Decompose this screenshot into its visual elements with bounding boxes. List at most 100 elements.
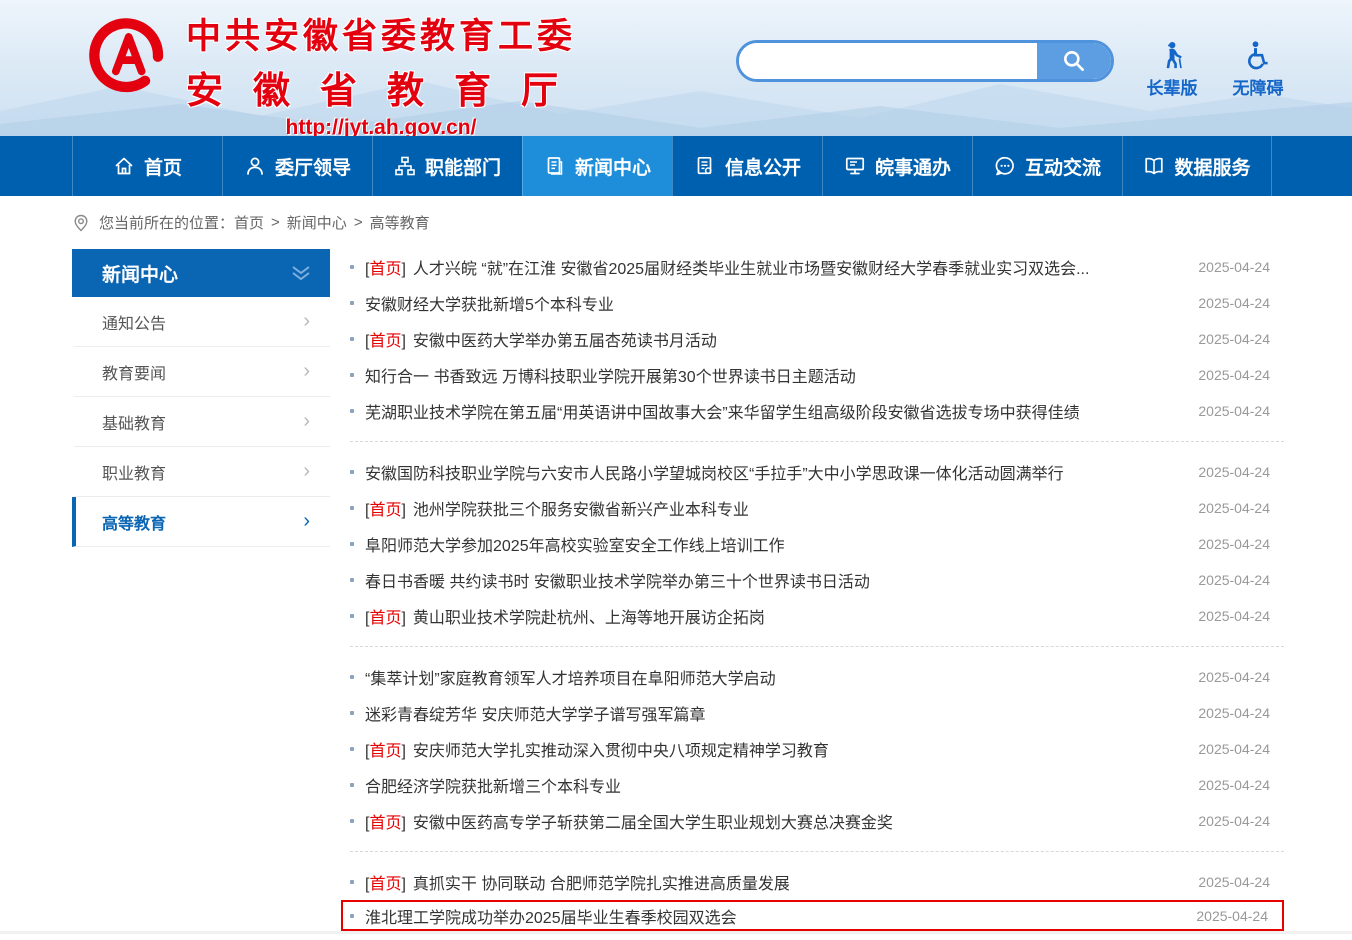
nav-item-home[interactable]: 首页 [72,136,222,196]
news-link[interactable]: 真抓实干 协同联动 合肥师范学院扎实推进高质量发展 [413,870,1174,894]
breadcrumb-link[interactable]: 首页 [234,212,264,233]
news-date: 2025-04-24 [1198,295,1284,311]
news-link[interactable]: 池州学院获批三个服务安徽省新兴产业本科专业 [413,496,1174,520]
accessibility-link[interactable]: 无障碍 [1230,36,1286,99]
sidebar-item-label: 通知公告 [102,310,166,334]
news-link[interactable]: 淮北理工学院成功举办2025届毕业生春季校园双选会 [365,904,1172,928]
sidebar-header: 新闻中心 [72,249,330,297]
news-date: 2025-04-24 [1196,908,1282,924]
news-link[interactable]: 阜阳师范大学参加2025年高校实验室安全工作线上培训工作 [365,532,1174,556]
home-icon [113,155,135,177]
news-link[interactable]: 知行合一 书香致远 万博科技职业学院开展第30个世界读书日主题活动 [365,363,1174,387]
bullet-icon [350,409,354,413]
group-separator [350,441,1284,442]
org-chart-icon [394,155,416,177]
breadcrumb-separator: > [354,214,363,231]
news-date: 2025-04-24 [1198,705,1284,721]
news-tag: [首页] [365,809,406,833]
quick-link-label: 长辈版 [1147,74,1198,99]
news-list: [首页] 人才兴皖 “就”在江淮 安徽省2025届财经类毕业生就业市场暨安徽财经… [350,249,1284,931]
news-link[interactable]: 安徽国防科技职业学院与六安市人民路小学望城岗校区“手拉手”大中小学思政课一体化活… [365,460,1174,484]
news-link[interactable]: 安庆师范大学扎实推动深入贯彻中央八项规定精神学习教育 [413,737,1174,761]
sidebar-item-vocational-education[interactable]: 职业教育 › [72,447,330,497]
news-link[interactable]: 人才兴皖 “就”在江淮 安徽省2025届财经类毕业生就业市场暨安徽财经大学春季就… [413,255,1174,279]
chevron-right-icon: › [303,460,310,483]
bullet-icon [350,819,354,823]
news-date: 2025-04-24 [1198,741,1284,757]
sidebar-item-basic-education[interactable]: 基础教育 › [72,397,330,447]
news-date: 2025-04-24 [1198,331,1284,347]
info-doc-icon [694,155,716,177]
news-item: 安徽财经大学获批新增5个本科专业 2025-04-24 [350,285,1284,321]
nav-item-services[interactable]: 皖事通办 [822,136,972,196]
news-date: 2025-04-24 [1198,464,1284,480]
news-date: 2025-04-24 [1198,367,1284,383]
news-date: 2025-04-24 [1198,608,1284,624]
news-link[interactable]: 春日书香暖 共约读书时 安徽职业技术学院举办第三十个世界读书日活动 [365,568,1174,592]
nav-item-news-center[interactable]: 新闻中心 [522,136,672,196]
site-brand: 中共安徽省委教育工委 安徽省教育厅 http://jyt.ah.gov.cn/ [84,8,588,136]
news-tag: [首页] [365,255,406,279]
news-item: 芜湖职业技术学院在第五届“用英语讲中国故事大会”来华留学生组高级阶段安徽省选拔专… [350,393,1284,429]
person-icon [244,155,266,177]
bullet-icon [350,337,354,341]
news-date: 2025-04-24 [1198,777,1284,793]
search-icon [1061,48,1087,74]
computer-icon [844,155,866,177]
search-bar [736,40,1114,82]
sidebar: 新闻中心 通知公告 › 教育要闻 › 基础教育 › 职业教育 › 高等教育 › [72,249,330,931]
news-link[interactable]: “集萃计划”家庭教育领军人才培养项目在阜阳师范大学启动 [365,665,1174,689]
news-date: 2025-04-24 [1198,536,1284,552]
elder-icon [1157,36,1187,70]
bullet-icon [350,880,354,884]
bullet-icon [350,373,354,377]
news-link[interactable]: 黄山职业技术学院赴杭州、上海等地开展访企拓岗 [413,604,1174,628]
sidebar-item-education-news[interactable]: 教育要闻 › [72,347,330,397]
nav-item-data-services[interactable]: 数据服务 [1122,136,1272,196]
news-link[interactable]: 迷彩青春绽芳华 安庆师范大学学子谱写强军篇章 [365,701,1174,725]
elder-version-link[interactable]: 长辈版 [1144,36,1200,99]
nav-item-info-disclosure[interactable]: 信息公开 [672,136,822,196]
news-date: 2025-04-24 [1198,572,1284,588]
site-url: http://jyt.ah.gov.cn/ [186,116,576,136]
search-input[interactable] [739,43,1037,79]
news-date: 2025-04-24 [1198,403,1284,419]
search-button[interactable] [1037,43,1111,79]
nav-item-label: 互动交流 [1025,153,1101,180]
nav-item-departments[interactable]: 职能部门 [372,136,522,196]
nav-item-label: 首页 [144,153,182,180]
news-link[interactable]: 安徽财经大学获批新增5个本科专业 [365,291,1174,315]
news-date: 2025-04-24 [1198,259,1284,275]
news-link[interactable]: 合肥经济学院获批新增三个本科专业 [365,773,1174,797]
nav-item-interaction[interactable]: 互动交流 [972,136,1122,196]
news-tag: [首页] [365,327,406,351]
bullet-icon [350,783,354,787]
org-title: 中共安徽省委教育工委 [186,8,588,59]
nav-item-label: 皖事通办 [875,153,951,180]
news-item: 春日书香暖 共约读书时 安徽职业技术学院举办第三十个世界读书日活动 2025-0… [350,562,1284,598]
group-separator [350,646,1284,647]
site-logo-icon [84,12,170,98]
sidebar-item-label: 职业教育 [102,460,166,484]
news-item: [首页] 安徽中医药大学举办第五届杏苑读书月活动 2025-04-24 [350,321,1284,357]
news-link[interactable]: 安徽中医药高专学子斩获第二届全国大学生职业规划大赛总决赛金奖 [413,809,1174,833]
news-item: [首页] 池州学院获批三个服务安徽省新兴产业本科专业 2025-04-24 [350,490,1284,526]
nav-item-label: 职能部门 [425,153,501,180]
news-date: 2025-04-24 [1198,813,1284,829]
bullet-icon [350,711,354,715]
sidebar-item-notices[interactable]: 通知公告 › [72,297,330,347]
news-item: 阜阳师范大学参加2025年高校实验室安全工作线上培训工作 2025-04-24 [350,526,1284,562]
site-header: 中共安徽省委教育工委 安徽省教育厅 http://jyt.ah.gov.cn/ … [0,0,1352,136]
nav-item-label: 新闻中心 [575,153,651,180]
bullet-icon [350,301,354,305]
breadcrumb-link[interactable]: 高等教育 [370,212,430,233]
news-link[interactable]: 安徽中医药大学举办第五届杏苑读书月活动 [413,327,1174,351]
nav-item-leadership[interactable]: 委厅领导 [222,136,372,196]
footer-strip [0,931,1352,934]
sidebar-item-higher-education[interactable]: 高等教育 › [72,497,330,547]
news-link[interactable]: 芜湖职业技术学院在第五届“用英语讲中国故事大会”来华留学生组高级阶段安徽省选拔专… [365,399,1174,423]
bullet-icon [350,614,354,618]
breadcrumb-link[interactable]: 新闻中心 [287,212,347,233]
news-icon [544,155,566,177]
bullet-icon [350,542,354,546]
